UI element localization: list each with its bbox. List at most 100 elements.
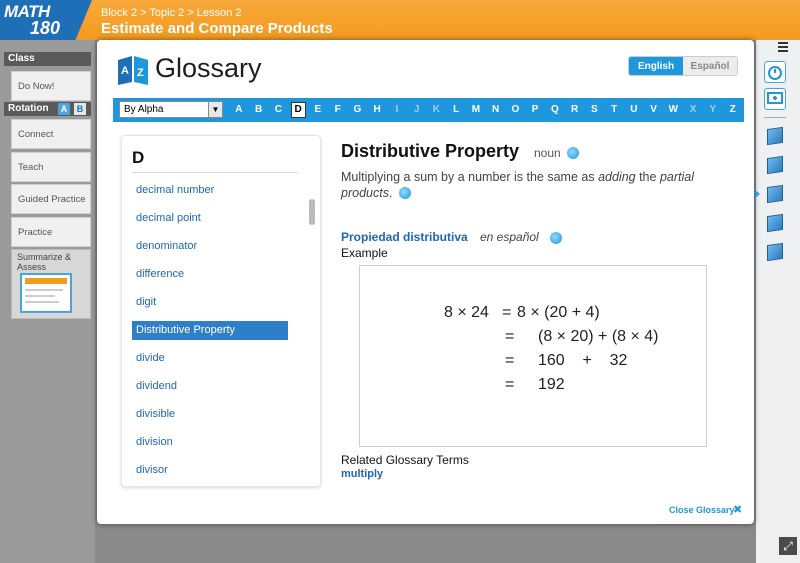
audio-icon[interactable] [398,187,411,199]
letter-label: Y [709,104,717,115]
nav-do-now[interactable]: Do Now! [11,71,91,101]
letter-d[interactable]: D [288,98,308,122]
lesson-title: Estimate and Compare Products [101,20,333,37]
letter-v[interactable]: V [644,98,664,122]
equation-equals: = [502,304,512,321]
equation-right: 192 [538,376,565,393]
nav-guided-practice[interactable]: Guided Practice [11,184,91,214]
letter-label: I [395,104,399,115]
sort-select[interactable]: By Alpha ▼ [119,101,223,118]
letter-n[interactable]: N [486,98,506,122]
equation-right: 8 × (20 + 4) [517,304,600,321]
term-item[interactable]: difference [132,265,288,284]
letter-s[interactable]: S [585,98,605,122]
class-header: Class [4,52,91,66]
letter-z[interactable]: Z [723,98,743,122]
cube-icon-1[interactable] [765,124,787,148]
term-item[interactable]: divide [132,349,288,368]
letter-label: M [471,104,481,115]
rotation-a-button[interactable]: A [58,103,70,115]
letter-label: V [650,104,657,115]
letter-label: K [432,104,440,115]
nav-summarize-assess[interactable]: Summarize & Assess [11,249,91,319]
whiteboard-icon[interactable] [764,88,786,110]
cube-icon-2[interactable] [765,153,787,177]
toolbar-divider [764,117,786,118]
letter-label: W [668,104,679,115]
letter-a[interactable]: A [229,98,249,122]
letter-w[interactable]: W [664,98,684,122]
letter-q[interactable]: Q [545,98,565,122]
letter-r[interactable]: R [565,98,585,122]
nav-teach[interactable]: Teach [11,152,91,182]
term-item[interactable]: dividend [132,377,288,396]
letter-m[interactable]: M [466,98,486,122]
chevron-down-icon[interactable]: ▼ [208,102,222,117]
example-box: 8 × 24 = 8 × (20 + 4) = (8 × 20) + (8 × 4) = 1… [359,265,707,447]
letter-label: C [274,104,282,115]
term-item[interactable]: division [132,433,288,452]
app-header: MATH 180 Block 2 > Topic 2 > Lesson 2 Es… [0,0,800,40]
exit-ticket-thumbnail[interactable] [20,273,72,313]
letter-o[interactable]: O [506,98,526,122]
glossary-book-icon: A Z [118,56,148,85]
audio-icon[interactable] [567,147,579,159]
term-item[interactable]: divisor [132,461,288,480]
close-icon[interactable]: ✖ [733,503,742,516]
letter-h[interactable]: H [367,98,387,122]
cube-icon-5[interactable] [765,240,787,264]
letter-t[interactable]: T [604,98,624,122]
math180-logo: MATH 180 [0,0,92,40]
example-label: Example [341,246,388,260]
letter-l[interactable]: L [446,98,466,122]
glossary-modal: A Z Glossary English Español By Alpha ▼ … [97,40,754,524]
letter-i: I [387,98,407,122]
cube-icon-3[interactable] [765,182,787,206]
term-item[interactable]: decimal point [132,209,288,228]
letter-label: G [353,104,362,115]
alphabet-bar: By Alpha ▼ A BCDE F GH I J K LMNOPQ R S T U VWX Y Z [113,98,744,122]
term-item[interactable]: denominator [132,237,288,256]
breadcrumb: Block 2 > Topic 2 > Lesson 2 [101,7,242,19]
timer-icon[interactable] [764,61,786,83]
fullscreen-icon[interactable]: ⤢ [779,537,797,555]
letter-label: X [689,104,697,115]
letter-y: Y [703,98,723,122]
letter-label: F [334,104,341,115]
right-toolbar [756,40,800,563]
letter-label: P [531,104,539,115]
list-scrollbar[interactable] [309,199,315,225]
letter-label: N [492,104,500,115]
letter-c[interactable]: C [269,98,289,122]
related-term-link[interactable]: multiply [341,468,383,480]
equation-right: (8 × 20) + (8 × 4) [538,328,659,345]
equation-equals: = [505,352,515,369]
term-item[interactable]: Distributive Property [132,321,288,340]
spanish-term-link[interactable]: Propiedad distributiva [341,230,468,244]
term-item[interactable]: decimal number [132,181,288,200]
letter-g[interactable]: G [348,98,368,122]
thumbnail-banner [25,278,67,284]
nav-connect[interactable]: Connect [11,119,91,149]
rotation-b-button[interactable]: B [74,103,86,115]
term-item[interactable]: divisible [132,405,288,424]
menu-icon[interactable] [778,42,788,52]
letter-p[interactable]: P [525,98,545,122]
glossary-title: Glossary [155,53,262,83]
english-button[interactable]: English [629,57,683,75]
summarize-label: Summarize & Assess [17,252,72,272]
definition-text: Multiplying a sum by a number is the sam… [341,170,731,201]
letter-b[interactable]: B [249,98,269,122]
equation-left: 8 × 24 [444,304,489,321]
term-item[interactable]: digit [132,293,288,312]
letter-f[interactable]: F [328,98,348,122]
letter-u[interactable]: U [624,98,644,122]
spanish-button[interactable]: Español [683,57,737,75]
letter-e[interactable]: E [308,98,328,122]
definition-text-part: the [635,170,660,184]
nav-practice[interactable]: Practice [11,217,91,247]
close-glossary-button[interactable]: Close Glossary [669,505,735,515]
audio-icon[interactable] [550,232,562,244]
cube-icon-4[interactable] [765,211,787,235]
sort-select-value: By Alpha [124,104,164,115]
